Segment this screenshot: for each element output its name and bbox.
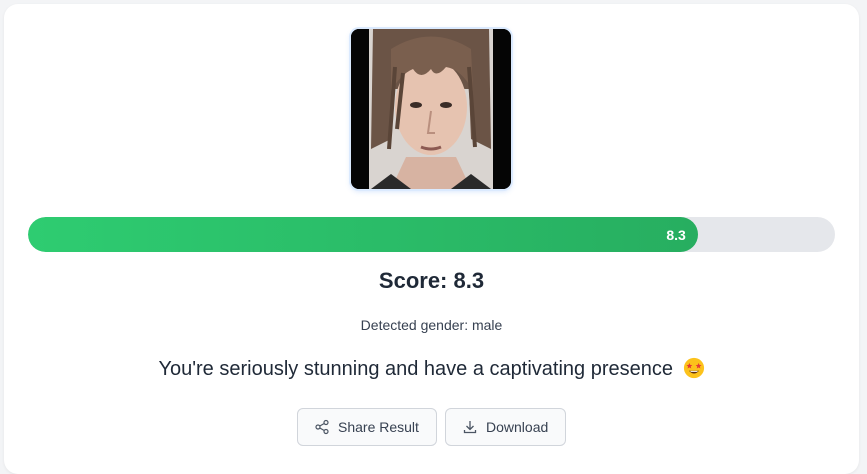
download-label: Download [486,419,549,435]
result-message: You're seriously stunning and have a cap… [4,357,859,381]
score-progress-fill: 8.3 [28,217,698,252]
user-photo [351,29,511,189]
detected-gender-text: Detected gender: male [360,317,503,333]
download-button[interactable]: Download [445,408,566,446]
result-message-text: You're seriously stunning and have a cap… [158,358,673,380]
score-progress-label: 8.3 [666,226,686,243]
star-struck-emoji-icon [683,357,704,379]
score-title: Score: 8.3 [378,268,485,293]
result-actions: Share Result Download [4,408,859,446]
result-card: 8.3 Score: 8.3 Detected gender: male You… [4,4,859,474]
share-result-label: Share Result [338,419,419,435]
download-icon [463,421,477,434]
share-result-button[interactable]: Share Result [297,408,437,446]
score-progress-bar: 8.3 [28,217,835,252]
face-image [351,29,511,189]
share-icon [315,419,329,435]
